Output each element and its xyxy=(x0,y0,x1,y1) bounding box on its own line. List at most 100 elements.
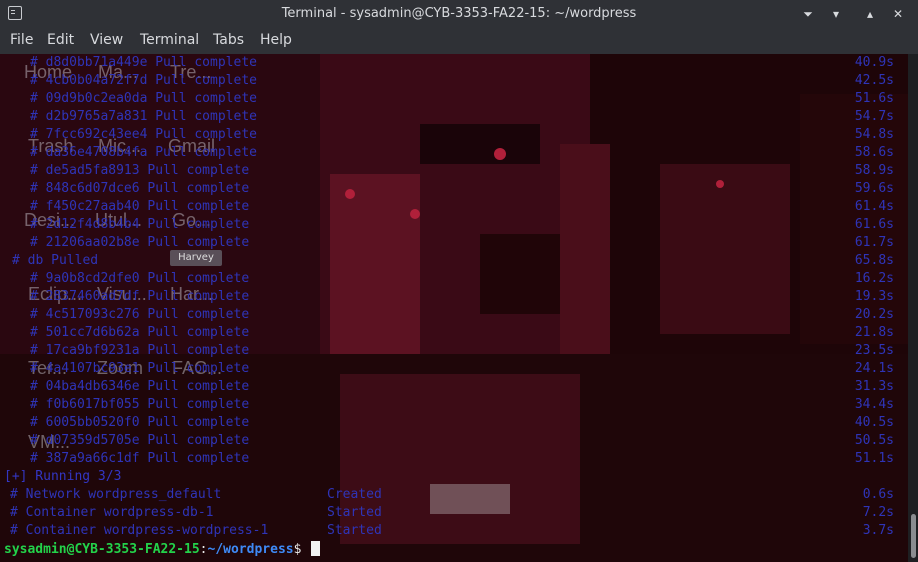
pull-line-text: # 09d9b0c2ea0da Pull complete xyxy=(30,91,257,106)
pull-line-time: 40.9s xyxy=(854,55,894,70)
pulled-line-time: 65.8s xyxy=(854,253,894,268)
pull-line: # 6005bb0520f0 Pull complete 40.5s xyxy=(0,414,918,432)
pull-line: # 2837460ad7df Pull complete 19.3s xyxy=(0,288,918,306)
pull-line: # d07359d5705e Pull complete 50.5s xyxy=(0,432,918,450)
pull-line-time: 54.7s xyxy=(854,109,894,124)
container-name: # Container wordpress-db-1 xyxy=(10,505,214,520)
pull-line: # 848c6d07dce6 Pull complete 59.6s xyxy=(0,180,918,198)
menu-edit[interactable]: Edit xyxy=(47,32,74,48)
pull-line: # d2b9765a7a831 Pull complete 54.7s xyxy=(0,108,918,126)
pull-line-text: # 2837460ad7df Pull complete xyxy=(30,289,250,304)
pull-line: # 04ba4db6346e Pull complete 31.3s xyxy=(0,378,918,396)
terminal-window: Terminal - sysadmin@CYB-3353-FA22-15: ~/… xyxy=(0,0,918,562)
pull-line-time: 51.1s xyxy=(854,451,894,466)
prompt-dollar: $ xyxy=(293,542,310,557)
pull-line: # 17ca9bf9231a Pull complete 23.5s xyxy=(0,342,918,360)
container-line: # Container wordpress-wordpress-1 Started… xyxy=(0,522,918,540)
pull-line-time: 24.1s xyxy=(854,361,894,376)
pull-line-text: # 4a4107bc93e1 Pull complete xyxy=(30,361,250,376)
container-name: # Network wordpress_default xyxy=(10,487,222,502)
pull-line-text: # 7fcc692c43ee4 Pull complete xyxy=(30,127,257,142)
menu-tabs[interactable]: Tabs xyxy=(213,32,244,48)
pull-line-time: 42.5s xyxy=(854,73,894,88)
pull-line: # f450c27aab40 Pull complete 61.4s xyxy=(0,198,918,216)
pull-line-time: 61.4s xyxy=(854,199,894,214)
menu-bar: File Edit View Terminal Tabs Help xyxy=(0,28,918,54)
pull-line: # 4a4107bc93e1 Pull complete 24.1s xyxy=(0,360,918,378)
terminal-output[interactable]: Home Ma... Tre... Trash Mic... Gmail Des… xyxy=(0,54,918,562)
running-line: [+] Running 3/3 xyxy=(0,468,918,486)
pull-line-text: # 21206aa02b8e Pull complete xyxy=(30,235,250,250)
prompt-user-host: sysadmin@CYB-3353-FA22-15 xyxy=(4,542,200,557)
pull-line: # 9a0b8cd2dfe0 Pull complete 16.2s xyxy=(0,270,918,288)
scrollbar[interactable] xyxy=(908,54,918,562)
pull-line-text: # 6005bb0520f0 Pull complete xyxy=(30,415,250,430)
pull-line-time: 20.2s xyxy=(854,307,894,322)
title-bar[interactable]: Terminal - sysadmin@CYB-3353-FA22-15: ~/… xyxy=(0,0,918,28)
pulled-line-text: # db Pulled xyxy=(12,253,99,268)
container-line: # Network wordpress_default Created 0.6s xyxy=(0,486,918,504)
container-line: # Container wordpress-db-1 Started 7.2s xyxy=(0,504,918,522)
scrollbar-thumb[interactable] xyxy=(911,514,916,558)
pull-line-time: 58.6s xyxy=(854,145,894,160)
container-status: Started xyxy=(327,505,382,520)
pull-line-text: # 848c6d07dce6 Pull complete xyxy=(30,181,250,196)
pull-line: # 4c517093c276 Pull complete 20.2s xyxy=(0,306,918,324)
pull-line-text: # 2d12f4d8b4b4 Pull complete xyxy=(30,217,250,232)
close-icon[interactable]: ✕ xyxy=(889,5,907,23)
pull-line: # 7fcc692c43ee4 Pull complete 54.8s xyxy=(0,126,918,144)
pull-line-time: 23.5s xyxy=(854,343,894,358)
container-time: 3.7s xyxy=(862,523,894,538)
pull-line-text: # de5ad5fa8913 Pull complete xyxy=(30,163,250,178)
pull-line-text: # 4cb0b04a72f7d Pull complete xyxy=(30,73,257,88)
menu-terminal[interactable]: Terminal xyxy=(140,32,199,48)
pull-line: # 21206aa02b8e Pull complete 61.7s xyxy=(0,234,918,252)
maximize-icon[interactable]: ▴ xyxy=(861,5,879,23)
menu-view[interactable]: View xyxy=(90,32,123,48)
restore-icon[interactable]: ▾ xyxy=(827,5,845,23)
pull-line-time: 40.5s xyxy=(854,415,894,430)
menu-file[interactable]: File xyxy=(10,32,33,48)
pull-line-text: # d8d0bb71a449e Pull complete xyxy=(30,55,257,70)
pull-line-time: 34.4s xyxy=(854,397,894,412)
pull-line-time: 50.5s xyxy=(854,433,894,448)
pull-line: # 2d12f4d8b4b4 Pull complete 61.6s xyxy=(0,216,918,234)
shell-prompt[interactable]: sysadmin@CYB-3353-FA22-15:~/wordpress$ xyxy=(4,541,321,559)
pull-line-text: # 04ba4db6346e Pull complete xyxy=(30,379,250,394)
prompt-separator: : xyxy=(199,542,208,557)
prompt-path: ~/wordpress xyxy=(207,542,294,557)
running-text: [+] Running 3/3 xyxy=(4,469,122,484)
pull-line-time: 61.6s xyxy=(854,217,894,232)
pull-line-text: # d07359d5705e Pull complete xyxy=(30,433,250,448)
pull-line-text: # d2b9765a7a831 Pull complete xyxy=(30,109,257,124)
pull-line-text: # 4c517093c276 Pull complete xyxy=(30,307,250,322)
pull-line-text: # f450c27aab40 Pull complete xyxy=(30,199,250,214)
container-status: Started xyxy=(327,523,382,538)
pull-line-time: 54.8s xyxy=(854,127,894,142)
pull-line-time: 51.6s xyxy=(854,91,894,106)
pull-line: # d8d0bb71a449e Pull complete 40.9s xyxy=(0,54,918,72)
pull-line-time: 16.2s xyxy=(854,271,894,286)
menu-help[interactable]: Help xyxy=(260,32,292,48)
container-status: Created xyxy=(327,487,382,502)
pull-line: # f0b6017bf055 Pull complete 34.4s xyxy=(0,396,918,414)
pull-line: # 501cc7d6b62a Pull complete 21.8s xyxy=(0,324,918,342)
text-cursor xyxy=(311,541,321,556)
pull-line-time: 21.8s xyxy=(854,325,894,340)
pull-line-time: 31.3s xyxy=(854,379,894,394)
pull-line-text: # 501cc7d6b62a Pull complete xyxy=(30,325,250,340)
container-name: # Container wordpress-wordpress-1 xyxy=(10,523,269,538)
terminal-lines: # d8d0bb71a449e Pull complete 40.9s # 4cb… xyxy=(0,54,918,540)
pull-line: # de5ad5fa8913 Pull complete 58.9s xyxy=(0,162,918,180)
pull-line-text: # 17ca9bf9231a Pull complete xyxy=(30,343,250,358)
minimize-icon[interactable]: ⏷ xyxy=(799,5,817,23)
pull-line-text: # 9a0b8cd2dfe0 Pull complete xyxy=(30,271,250,286)
pull-line-time: 61.7s xyxy=(854,235,894,250)
container-time: 7.2s xyxy=(862,505,894,520)
pull-line-time: 19.3s xyxy=(854,289,894,304)
pull-line: # 09d9b0c2ea0da Pull complete 51.6s xyxy=(0,90,918,108)
pull-line-text: # 387a9a66c1df Pull complete xyxy=(30,451,250,466)
window-title: Terminal - sysadmin@CYB-3353-FA22-15: ~/… xyxy=(281,6,637,21)
pull-line-time: 58.9s xyxy=(854,163,894,178)
container-time: 0.6s xyxy=(862,487,894,502)
